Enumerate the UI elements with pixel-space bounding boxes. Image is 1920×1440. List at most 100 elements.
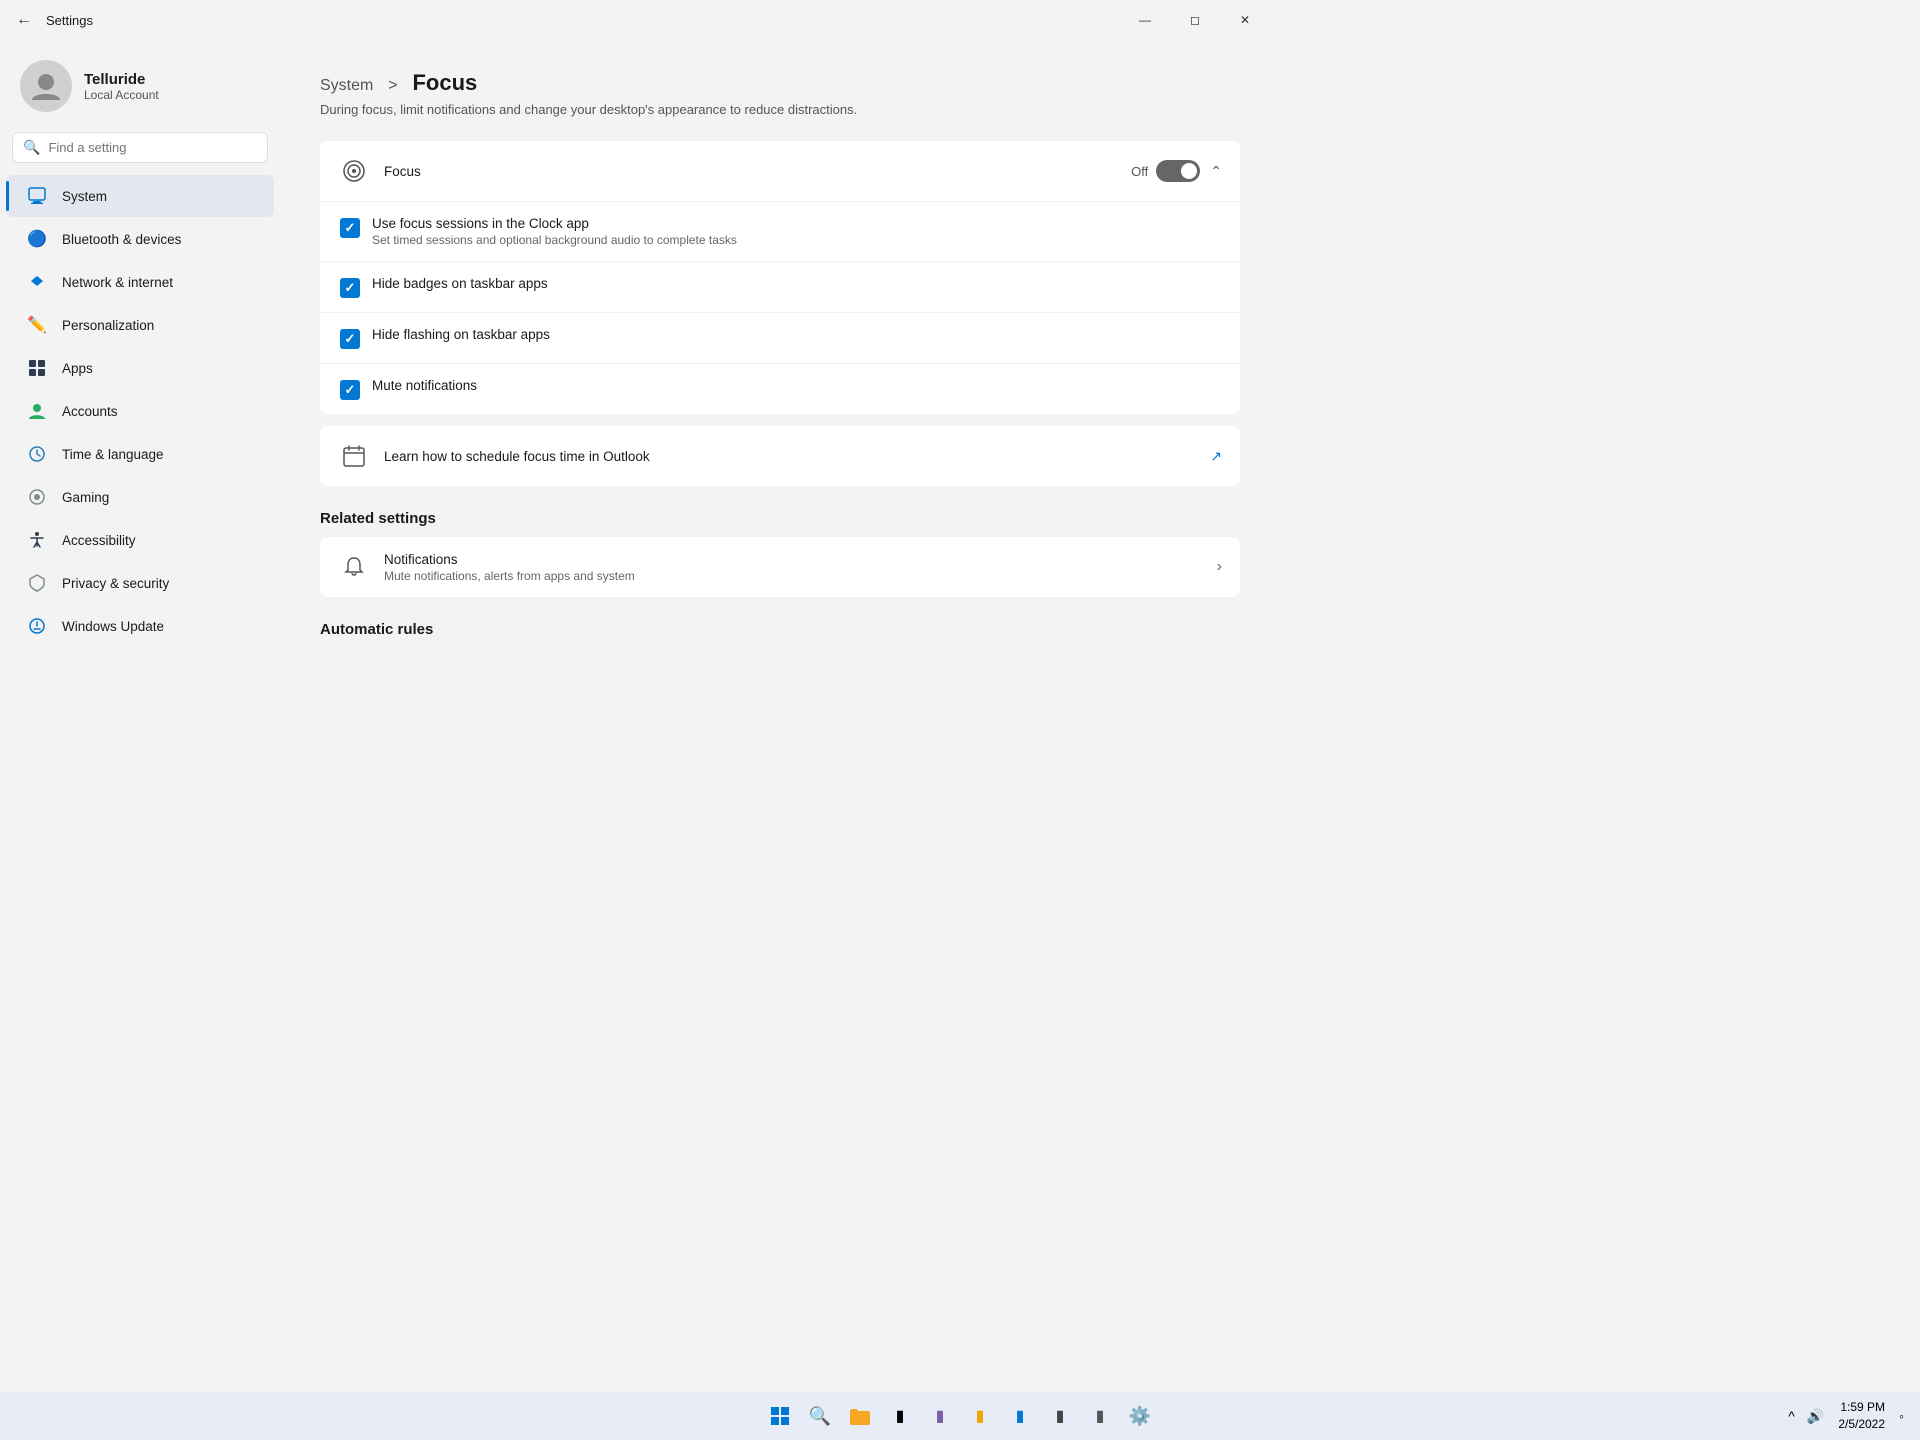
learn-outlook-row[interactable]: Learn how to schedule focus time in Outl… [320,426,1240,486]
time-icon [26,443,48,465]
sidebar-item-bluetooth[interactable]: 🔵 Bluetooth & devices [6,218,274,260]
clock-app-content: Use focus sessions in the Clock app Set … [372,216,737,247]
automatic-rules-title: Automatic rules [320,621,1240,638]
clock-date: 2/5/2022 [1838,1416,1885,1433]
search-input[interactable] [48,140,257,155]
toggle-thumb [1181,163,1197,179]
focus-title: Focus [384,164,1131,179]
sidebar-item-personalization[interactable]: ✏️ Personalization [6,304,274,346]
focus-header-row: Focus Off ⌃ [320,141,1240,202]
learn-outlook-title: Learn how to schedule focus time in Outl… [384,449,1210,464]
user-name: Telluride [84,71,159,88]
taskbar-app-2[interactable]: ▮ [922,1398,958,1434]
focus-chevron-up-icon[interactable]: ⌃ [1210,163,1222,180]
sidebar-item-label-accessibility: Accessibility [62,533,136,548]
sidebar-item-label-gaming: Gaming [62,490,109,505]
system-icon [26,185,48,207]
mute-notifications-checkbox[interactable]: ✓ [340,380,360,400]
hide-flashing-checkbox[interactable]: ✓ [340,329,360,349]
notifications-row[interactable]: Notifications Mute notifications, alerts… [320,537,1240,597]
main-content: System > Focus During focus, limit notif… [280,40,1280,912]
check-icon-4: ✓ [345,382,356,398]
taskbar-app-1[interactable]: ▮ [882,1398,918,1434]
tray-notifications-icon[interactable]: ◦ [1895,1406,1908,1426]
back-button[interactable]: ← [12,7,36,33]
maximize-button[interactable]: ◻ [1172,4,1218,36]
sidebar-item-label-personalization: Personalization [62,318,154,333]
bluetooth-icon: 🔵 [26,228,48,250]
clock-app-title: Use focus sessions in the Clock app [372,216,737,231]
learn-outlook-card[interactable]: Learn how to schedule focus time in Outl… [320,426,1240,486]
taskbar-app-5[interactable]: ▮ [1042,1398,1078,1434]
system-tray-icons: ^ 🔊 [1784,1406,1828,1427]
breadcrumb-current: Focus [412,70,477,95]
update-icon [26,615,48,637]
sidebar-item-label-bluetooth: Bluetooth & devices [62,232,181,247]
privacy-icon [26,572,48,594]
focus-option-hide-flashing: ✓ Hide flashing on taskbar apps [320,313,1240,364]
focus-toggle-label: Off [1131,164,1148,179]
sidebar-item-system[interactable]: System [6,175,274,217]
window-title: Settings [46,13,93,28]
sidebar-item-gaming[interactable]: Gaming [6,476,274,518]
taskbar: 🔍 ▮ ▮ ▮ ▮ ▮ ▮ ⚙️ ^ 🔊 1:59 PM 2/5/2022 ◦ [0,1392,1920,1440]
breadcrumb-separator: > [384,77,402,94]
sidebar-item-label-privacy: Privacy & security [62,576,169,591]
taskbar-app-3[interactable]: ▮ [962,1398,998,1434]
clock-app-checkbox[interactable]: ✓ [340,218,360,238]
sidebar-item-accounts[interactable]: Accounts [6,390,274,432]
hide-badges-title: Hide badges on taskbar apps [372,276,548,291]
sidebar-item-time[interactable]: Time & language [6,433,274,475]
focus-toggle-area: Off ⌃ [1131,160,1222,182]
taskbar-explorer-icon[interactable] [842,1398,878,1434]
sidebar-item-network[interactable]: Network & internet [6,261,274,303]
breadcrumb-parent: System [320,77,373,94]
sidebar-item-update[interactable]: Windows Update [6,605,274,647]
sidebar-item-label-apps: Apps [62,361,93,376]
sidebar-item-privacy[interactable]: Privacy & security [6,562,274,604]
apps-icon [26,357,48,379]
taskbar-app-6[interactable]: ▮ [1082,1398,1118,1434]
accounts-icon [26,400,48,422]
hide-badges-checkbox[interactable]: ✓ [340,278,360,298]
external-link-icon: ↗ [1210,448,1222,465]
avatar [20,60,72,112]
close-button[interactable]: ✕ [1222,4,1268,36]
network-icon [26,271,48,293]
mute-notifications-content: Mute notifications [372,378,477,393]
chevron-right-icon: › [1217,558,1222,576]
hide-flashing-content: Hide flashing on taskbar apps [372,327,550,342]
personalization-icon: ✏️ [26,314,48,336]
user-info: Telluride Local Account [84,71,159,102]
focus-toggle-container: Off [1131,160,1200,182]
focus-option-mute-notifications: ✓ Mute notifications [320,364,1240,414]
focus-option-clock-app: ✓ Use focus sessions in the Clock app Se… [320,202,1240,262]
notifications-subtitle: Mute notifications, alerts from apps and… [384,569,1217,583]
search-box[interactable]: 🔍 [12,132,268,163]
accessibility-icon [26,529,48,551]
taskbar-settings-icon[interactable]: ⚙️ [1122,1398,1158,1434]
user-account-type: Local Account [84,88,159,102]
minimize-button[interactable]: — [1122,4,1168,36]
check-icon: ✓ [345,220,356,236]
hide-badges-content: Hide badges on taskbar apps [372,276,548,291]
user-section: Telluride Local Account [0,50,280,132]
clock-time: 1:59 PM [1838,1399,1885,1416]
sidebar-item-label-network: Network & internet [62,275,173,290]
tray-chevron-icon[interactable]: ^ [1784,1406,1799,1426]
taskbar-app-4[interactable]: ▮ [1002,1398,1038,1434]
notifications-title: Notifications [384,552,1217,567]
sidebar-item-apps[interactable]: Apps [6,347,274,389]
sidebar: Telluride Local Account 🔍 System [0,40,280,912]
focus-toggle[interactable] [1156,160,1200,182]
start-button[interactable] [762,1398,798,1434]
related-settings-title: Related settings [320,510,1240,527]
tray-volume-icon[interactable]: 🔊 [1803,1406,1828,1427]
system-clock[interactable]: 1:59 PM 2/5/2022 [1838,1399,1885,1433]
taskbar-center: 🔍 ▮ ▮ ▮ ▮ ▮ ▮ ⚙️ [762,1398,1158,1434]
taskbar-search-icon[interactable]: 🔍 [802,1398,838,1434]
focus-option-hide-badges: ✓ Hide badges on taskbar apps [320,262,1240,313]
notifications-icon [338,551,370,583]
hide-flashing-title: Hide flashing on taskbar apps [372,327,550,342]
sidebar-item-accessibility[interactable]: Accessibility [6,519,274,561]
